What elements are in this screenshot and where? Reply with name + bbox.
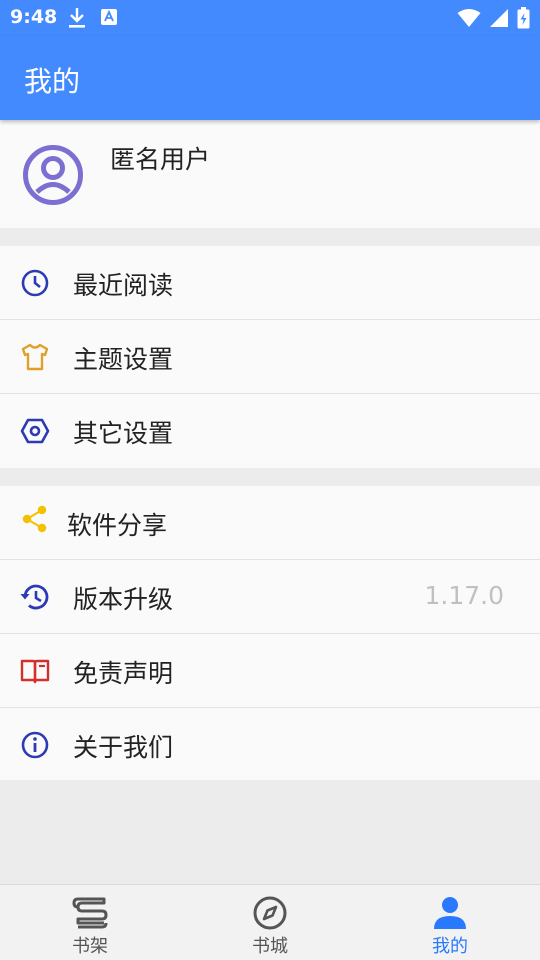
tab-mine[interactable]: 我的 xyxy=(360,885,540,960)
menu-item-label: 免责声明 xyxy=(73,659,174,688)
share-icon xyxy=(22,505,47,533)
menu-item-theme-settings[interactable]: 主题设置 xyxy=(0,320,540,394)
clock-icon xyxy=(21,269,49,297)
history-icon xyxy=(20,584,49,610)
tab-label: 书架 xyxy=(72,936,108,957)
menu-item-label: 其它设置 xyxy=(73,419,174,448)
status-time: 9:48 xyxy=(10,6,58,28)
user-name: 匿名用户 xyxy=(110,145,211,174)
tab-bookstore[interactable]: 书城 xyxy=(180,885,360,960)
tab-bookshelf[interactable]: 书架 xyxy=(0,885,180,960)
bookshelf-icon xyxy=(72,897,108,929)
menu-item-disclaimer[interactable]: 免责声明 xyxy=(0,634,540,708)
version-number: 1.17.0 xyxy=(424,581,504,610)
menu-item-label: 关于我们 xyxy=(73,733,174,762)
menu-item-share-app[interactable]: 软件分享 xyxy=(0,486,540,560)
wifi-icon xyxy=(457,9,481,27)
menu-item-other-settings[interactable]: 其它设置 xyxy=(0,394,540,468)
menu-item-label: 主题设置 xyxy=(73,345,174,374)
app-bar: 我的 xyxy=(0,36,540,120)
signal-icon xyxy=(490,9,508,27)
account-circle-icon[interactable] xyxy=(22,144,84,206)
menu-item-label: 版本升级 xyxy=(73,585,174,614)
person-icon xyxy=(434,897,466,929)
menu-item-label: 软件分享 xyxy=(67,511,168,540)
tab-label: 书城 xyxy=(252,936,288,957)
download-icon xyxy=(69,8,85,28)
bottom-navigation: 书架 书城 我的 xyxy=(0,884,540,960)
book-open-icon xyxy=(20,659,50,684)
menu-group-about: 软件分享 版本升级 1.17.0 免责声明 关于我们 xyxy=(0,486,540,780)
keyboard-a-icon xyxy=(101,9,117,25)
menu-item-about-us[interactable]: 关于我们 xyxy=(0,708,540,782)
menu-group-general: 最近阅读 主题设置 其它设置 xyxy=(0,246,540,468)
menu-item-recent-reading[interactable]: 最近阅读 xyxy=(0,246,540,320)
tshirt-icon xyxy=(21,343,49,371)
status-bar: 9:48 xyxy=(0,0,540,36)
hexagon-settings-icon xyxy=(20,418,50,444)
battery-charging-icon xyxy=(517,7,530,29)
menu-item-label: 最近阅读 xyxy=(73,271,174,300)
menu-item-version-upgrade[interactable]: 版本升级 1.17.0 xyxy=(0,560,540,634)
page-title: 我的 xyxy=(24,65,81,98)
tab-label: 我的 xyxy=(432,936,468,957)
info-icon xyxy=(21,731,49,759)
compass-icon xyxy=(253,896,287,930)
profile-card[interactable]: 匿名用户 xyxy=(0,120,540,228)
